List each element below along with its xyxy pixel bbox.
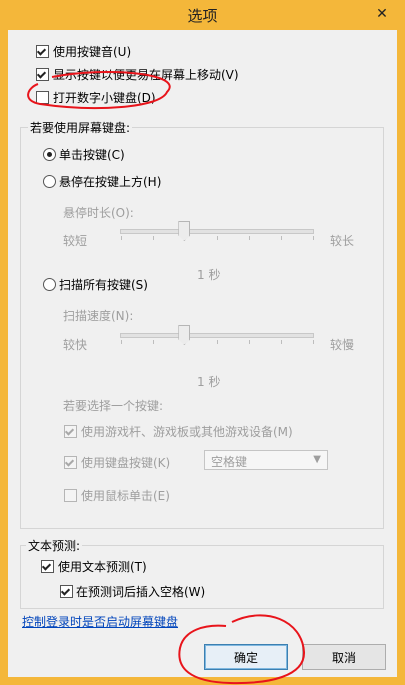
checkmark-icon [64,426,75,436]
hover-duration-max-label: 较长 [330,234,355,248]
cancel-button[interactable]: 取消 [302,644,386,670]
ok-button[interactable]: 确定 [204,644,288,670]
checkmark-icon [36,46,47,56]
slider-tick [153,340,154,344]
use-text-prediction-checkbox[interactable] [41,560,54,573]
chevron-down-icon: ▼ [313,454,321,465]
scan-keys-label: 扫描所有按键(S) [59,278,148,292]
numpad-label: 打开数字小键盘(D) [53,91,156,105]
hover-duration-value: 1 秒 [197,268,221,282]
click-keys-radio[interactable] [43,148,56,161]
startup-settings-link[interactable]: 控制登录时是否启动屏幕键盘 [22,613,178,630]
hover-keys-label: 悬停在按键上方(H) [59,175,162,189]
scan-speed-slider-track[interactable] [120,333,314,338]
checkmark-icon [36,69,47,79]
cancel-button-label: 取消 [331,650,356,665]
click-keys-label: 单击按键(C) [59,148,125,162]
slider-tick [313,236,314,240]
hover-keys-radio[interactable] [43,175,56,188]
checkmark-icon [41,561,52,571]
show-keys-label: 显示按键以便更易在屏幕上移动(V) [53,68,239,82]
window-title: 选项 [187,7,218,25]
hover-duration-min-label: 较短 [63,234,88,248]
click-sound-checkbox[interactable] [36,45,49,58]
use-gamepad-label: 使用游戏杆、游戏板或其他游戏设备(M) [81,425,293,439]
slider-tick [249,340,250,344]
use-text-prediction-label: 使用文本预测(T) [58,560,147,574]
scan-speed-max-label: 较慢 [330,338,355,352]
scan-speed-label: 扫描速度(N): [63,309,134,323]
hover-duration-slider-track[interactable] [120,229,314,234]
numpad-checkbox[interactable] [36,91,49,104]
use-mouse-click-label: 使用鼠标单击(E) [81,489,170,503]
keyboard-usage-group-title: 若要使用屏幕键盘: [28,119,133,136]
slider-tick [121,340,122,344]
radio-dot-icon [47,152,52,157]
use-mouse-click-checkbox[interactable] [64,489,77,502]
use-keyboard-key-checkbox[interactable] [64,456,77,469]
scan-keys-radio[interactable] [43,278,56,291]
slider-tick [281,340,282,344]
hover-duration-label: 悬停时长(O): [63,206,134,220]
select-key-heading: 若要选择一个按键: [63,399,164,413]
use-keyboard-key-label: 使用键盘按键(K) [81,456,171,470]
scan-key-select-value: 空格键 [211,455,248,469]
slider-tick [217,340,218,344]
scan-speed-value: 1 秒 [197,375,221,389]
slider-tick [313,340,314,344]
checkmark-icon [64,457,75,467]
show-keys-checkbox[interactable] [36,68,49,81]
checkmark-icon [60,586,71,596]
scan-speed-min-label: 较快 [63,338,88,352]
options-dialog-body: 使用按键音(U) 显示按键以便更易在屏幕上移动(V) 打开数字小键盘(D) 若要… [8,30,397,677]
slider-tick [281,236,282,240]
insert-space-checkbox[interactable] [60,585,73,598]
ok-button-label: 确定 [233,650,258,665]
text-prediction-group-title: 文本预测: [26,537,83,554]
slider-tick [249,236,250,240]
close-button[interactable]: ✕ [367,4,397,24]
slider-tick [217,236,218,240]
slider-tick [153,236,154,240]
insert-space-label: 在预测词后插入空格(W) [76,585,206,599]
click-sound-label: 使用按键音(U) [53,45,132,59]
slider-tick [121,236,122,240]
use-gamepad-checkbox[interactable] [64,425,77,438]
close-icon: ✕ [376,6,388,22]
title-bar: 选项 ✕ [0,0,405,30]
scan-key-select[interactable]: 空格键 ▼ [204,450,328,470]
